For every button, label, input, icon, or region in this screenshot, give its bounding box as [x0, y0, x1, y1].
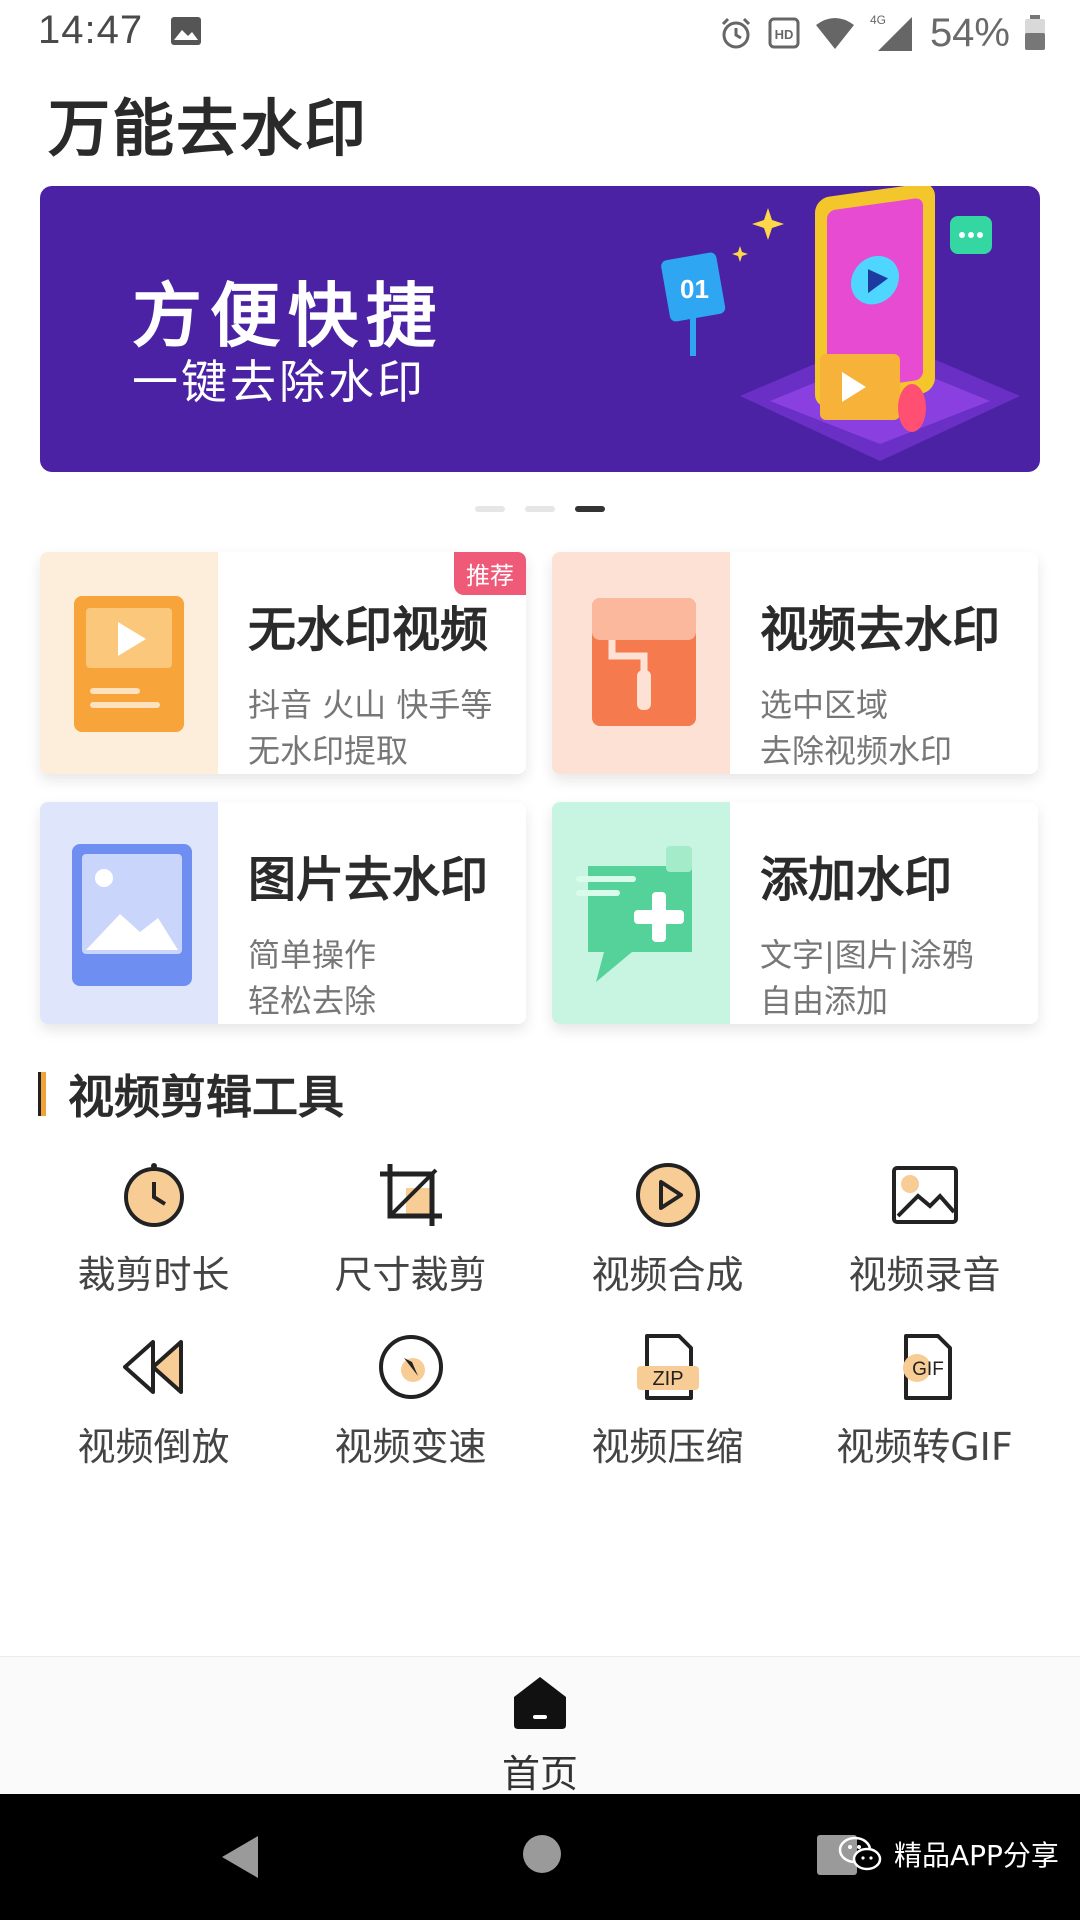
card-desc: 抖音 火山 快手等 — [248, 686, 493, 724]
carousel-dot-active[interactable] — [575, 506, 605, 512]
battery-icon — [1025, 15, 1045, 50]
section-accent-bar — [38, 1072, 46, 1116]
card-icon-area — [40, 802, 218, 1024]
gif-icon: GIF — [902, 1334, 952, 1400]
feature-card-no-watermark-video[interactable]: 无水印视频 抖音 火山 快手等 无水印提取 推荐 — [40, 552, 526, 774]
video-play-icon — [74, 596, 184, 732]
card-desc: 轻松去除 — [248, 982, 377, 1020]
tool-label: 视频倒放 — [77, 1425, 230, 1469]
alarm-icon — [721, 17, 750, 49]
card-desc: 无水印提取 — [248, 732, 409, 770]
tool-video-record-audio[interactable]: 视频录音 — [796, 1160, 1053, 1299]
card-title: 图片去水印 — [248, 852, 489, 908]
tool-label: 视频压缩 — [591, 1425, 744, 1469]
tool-label: 视频合成 — [591, 1253, 744, 1297]
add-chat-icon — [576, 846, 692, 982]
carousel-dot[interactable] — [475, 506, 505, 512]
wechat-watermark: 精品APP分享 — [838, 1834, 1059, 1874]
section-header: 视频剪辑工具 — [38, 1066, 344, 1124]
status-time: 14:47 — [38, 8, 144, 52]
tool-label: 视频录音 — [848, 1253, 1001, 1297]
signal-icon: 4G — [870, 13, 912, 51]
tool-video-to-gif[interactable]: GIF 视频转GIF — [796, 1332, 1053, 1471]
sign-number-label: 01 — [680, 274, 709, 304]
card-icon-area — [40, 552, 218, 774]
bottom-nav: 首页 — [0, 1656, 1080, 1796]
play-circle-icon — [635, 1163, 700, 1227]
feature-card-add-watermark[interactable]: 添加水印 文字|图片|涂鸦 自由添加 — [552, 802, 1038, 1024]
feature-card-image-remove-watermark[interactable]: 图片去水印 简单操作 轻松去除 — [40, 802, 526, 1024]
banner-subline: 一键去除水印 — [132, 355, 426, 409]
home-circle-icon[interactable] — [522, 1834, 562, 1874]
nav-home-label: 首页 — [501, 1752, 578, 1796]
promo-banner[interactable]: 方便快捷 一键去除水印 01 — [40, 186, 1040, 472]
rewind-icon — [122, 1340, 183, 1394]
tool-video-speed[interactable]: 视频变速 — [282, 1332, 539, 1471]
card-icon-area — [552, 802, 730, 1024]
card-desc: 文字|图片|涂鸦 — [760, 936, 974, 974]
home-icon — [514, 1677, 566, 1729]
paint-roller-icon — [592, 598, 696, 726]
clock-icon — [123, 1163, 184, 1227]
carousel-indicator — [0, 506, 1080, 512]
status-icons: HD 4G 54% — [718, 8, 1046, 58]
card-icon-area — [552, 552, 730, 774]
carousel-dot[interactable] — [525, 506, 555, 512]
crop-icon — [379, 1164, 442, 1226]
hd-icon: HD — [768, 17, 800, 49]
phone-illustration-icon: 01 — [661, 186, 1020, 461]
card-desc: 自由添加 — [760, 982, 889, 1020]
card-desc: 去除视频水印 — [760, 732, 953, 770]
system-nav-bar: 精品APP分享 — [0, 1794, 1080, 1920]
image-record-icon — [891, 1166, 958, 1224]
tool-trim-duration[interactable]: 裁剪时长 — [25, 1160, 282, 1299]
zip-icon: ZIP — [636, 1334, 699, 1400]
tool-video-compress[interactable]: ZIP 视频压缩 — [539, 1332, 796, 1471]
back-icon[interactable] — [220, 1834, 260, 1880]
feature-card-video-remove-watermark[interactable]: 视频去水印 选中区域 去除视频水印 — [552, 552, 1038, 774]
recommend-badge: 推荐 — [454, 552, 526, 595]
network-label: 4G — [870, 13, 886, 27]
status-bar: 14:47 HD 4G 54% — [0, 0, 1080, 66]
tool-label: 尺寸裁剪 — [334, 1253, 487, 1297]
zip-label: ZIP — [652, 1368, 683, 1390]
hd-label: HD — [775, 27, 794, 42]
card-title: 视频去水印 — [760, 602, 1001, 658]
tool-label: 视频转GIF — [836, 1425, 1013, 1469]
tool-size-crop[interactable]: 尺寸裁剪 — [282, 1160, 539, 1299]
watermark-text: 精品APP分享 — [894, 1839, 1059, 1872]
gif-label: GIF — [912, 1359, 944, 1380]
card-desc: 选中区域 — [760, 686, 889, 724]
wifi-icon — [815, 18, 854, 49]
tool-label: 视频变速 — [334, 1425, 487, 1469]
speed-icon — [378, 1335, 443, 1399]
tool-video-reverse[interactable]: 视频倒放 — [25, 1332, 282, 1471]
image-icon — [171, 17, 201, 45]
section-title: 视频剪辑工具 — [68, 1070, 344, 1124]
tool-video-merge[interactable]: 视频合成 — [539, 1160, 796, 1299]
card-title: 添加水印 — [760, 852, 953, 908]
wechat-icon — [838, 1836, 882, 1871]
card-title: 无水印视频 — [248, 602, 489, 658]
card-desc: 简单操作 — [248, 936, 377, 974]
picture-icon — [72, 844, 192, 986]
nav-home-tab[interactable]: 首页 — [490, 1675, 590, 1798]
battery-percent: 54% — [929, 10, 1010, 55]
tool-label: 裁剪时长 — [77, 1253, 230, 1297]
app-title: 万能去水印 — [48, 92, 369, 165]
